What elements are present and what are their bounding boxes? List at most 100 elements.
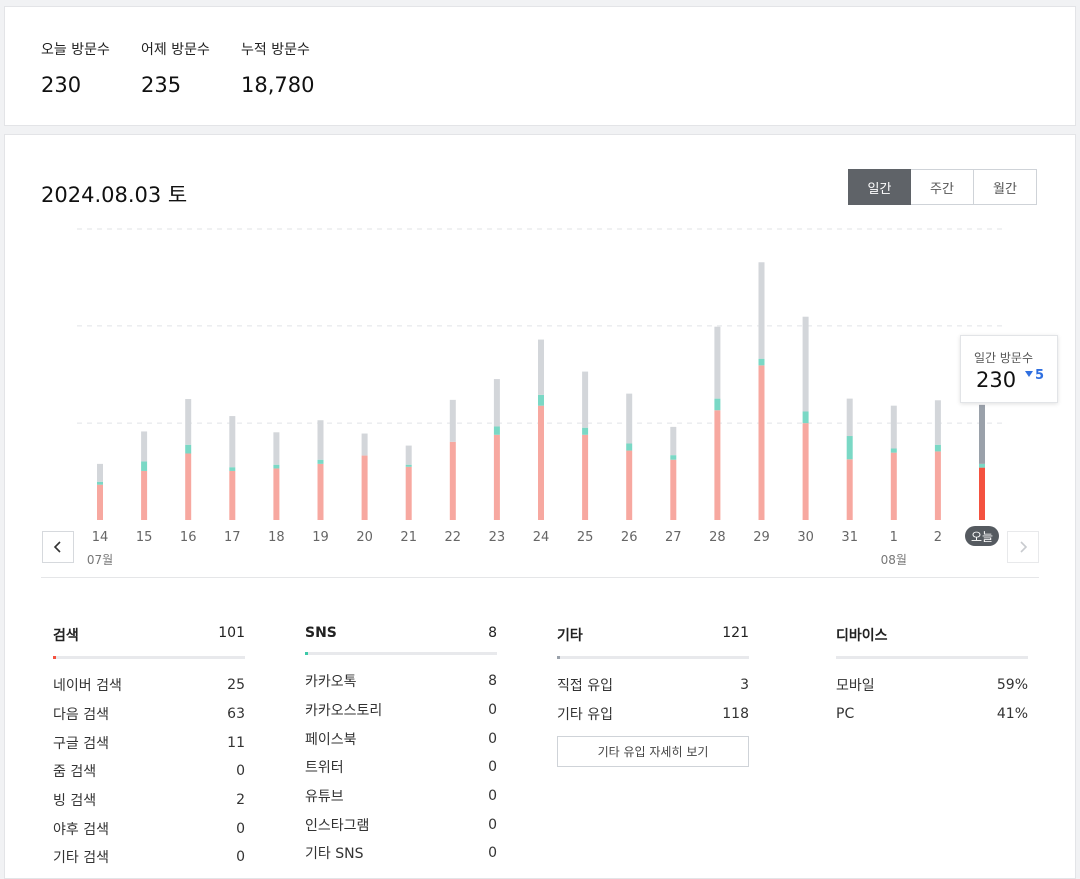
- tooltip-delta: 5: [1035, 368, 1045, 383]
- bar-17-seg2: [229, 416, 236, 468]
- row-value: 63: [227, 706, 245, 723]
- list-item: 카카오톡 8: [305, 667, 497, 696]
- tick-label-1: 1: [890, 530, 898, 545]
- bar-16-seg0: [185, 453, 192, 520]
- row-label: 야후 검색: [53, 821, 109, 838]
- tick-label-28: 28: [709, 530, 726, 545]
- bar-31-seg0: [846, 459, 853, 520]
- sns-header: SNS 8: [305, 625, 497, 655]
- bar-25-seg1: [582, 427, 589, 435]
- sns-total: 8: [488, 625, 497, 641]
- sns-accent: [305, 652, 308, 655]
- stat-today-label: 오늘 방문수: [41, 42, 110, 58]
- list-item: 직접 유입 3: [557, 671, 749, 700]
- next-button[interactable]: [1007, 531, 1039, 563]
- search-accent: [53, 656, 56, 659]
- row-value: 0: [488, 788, 497, 805]
- bar-28-seg1: [714, 398, 721, 411]
- tick-label-16: 16: [180, 530, 197, 545]
- row-label: 트위터: [305, 760, 344, 777]
- list-item: 인스타그램 0: [305, 810, 497, 839]
- search-total: 101: [218, 625, 245, 641]
- sns-breakdown: SNS 8 카카오톡 8 카카오스토리 0 페이스북 0 트위터 0 유튜브 0 인스타그…: [305, 625, 497, 868]
- bar-16-seg2: [185, 399, 192, 445]
- bar-2-seg1: [934, 444, 941, 452]
- chevron-left-icon: [53, 541, 61, 553]
- bar-17-seg0: [229, 470, 236, 520]
- divider: [41, 577, 1039, 578]
- bar-오늘-seg0: [979, 467, 985, 520]
- bar-1-seg1: [890, 448, 897, 453]
- bar-1-seg0: [890, 452, 897, 520]
- stat-today: 오늘 방문수 230: [41, 39, 110, 97]
- tick-label-21: 21: [400, 530, 417, 545]
- other-breakdown: 기타 121 직접 유입 3 기타 유입 118 기타 유입 자세히 보기: [557, 625, 749, 768]
- tick-label-15: 15: [136, 530, 153, 545]
- bar-19-seg1: [317, 459, 324, 464]
- chart-tooltip: 일간 방문수 230 5: [960, 335, 1058, 403]
- stat-yesterday: 어제 방문수 235: [141, 39, 210, 97]
- list-item: 기타 유입 118: [557, 700, 749, 729]
- bar-1-seg2: [890, 405, 897, 449]
- device-title: 디바이스: [836, 628, 888, 644]
- list-item: 페이스북 0: [305, 724, 497, 753]
- device-breakdown: 디바이스 모바일 59% PC 41%: [836, 625, 1028, 728]
- other-total: 121: [722, 625, 749, 641]
- bar-26-seg1: [626, 443, 633, 451]
- bar-24-seg2: [538, 339, 544, 395]
- bar-23-seg2: [493, 379, 500, 427]
- daily-visits-chart: 14 15 16 17 18 19 20 21 22 23 24 25 26 27 28 29 30 31 1 2 오늘…: [77, 228, 1005, 567]
- row-value: 0: [488, 730, 497, 747]
- list-item: 줌 검색 0: [53, 757, 245, 786]
- bar-21-seg1: [405, 464, 412, 467]
- tick-label-27: 27: [665, 530, 682, 545]
- row-value: 11: [227, 734, 245, 751]
- row-label: 카카오톡: [305, 674, 357, 691]
- list-item: 네이버 검색 25: [53, 671, 245, 700]
- row-label: 인스타그램: [305, 817, 370, 834]
- bar-31-seg2: [846, 398, 853, 437]
- row-label: 직접 유입: [557, 678, 613, 695]
- sns-title: SNS: [305, 625, 337, 641]
- bar-14-seg2: [97, 463, 103, 482]
- bar-27-seg0: [670, 459, 677, 520]
- other-accent: [557, 656, 560, 659]
- row-value: 0: [488, 845, 497, 862]
- list-item: 유튜브 0: [305, 782, 497, 811]
- bar-20-seg0: [361, 455, 368, 520]
- bar-28-seg2: [714, 326, 721, 399]
- search-title: 검색: [53, 628, 79, 644]
- row-label: 모바일: [836, 678, 875, 695]
- bar-2-seg0: [934, 451, 941, 520]
- tick-label-31: 31: [841, 530, 858, 545]
- bar-19-seg2: [317, 420, 324, 460]
- row-label: 기타 검색: [53, 850, 109, 867]
- tick-label-22: 22: [445, 530, 462, 545]
- bar-24-seg1: [538, 394, 544, 406]
- search-header: 검색 101: [53, 625, 245, 659]
- bar-14-seg1: [97, 481, 103, 485]
- tick-label-29: 29: [753, 530, 770, 545]
- month-label: 08월: [881, 553, 907, 567]
- row-value: 8: [488, 673, 497, 690]
- list-item: 카카오스토리 0: [305, 696, 497, 725]
- stat-total-label: 누적 방문수: [241, 42, 310, 58]
- list-item: 모바일 59%: [836, 671, 1028, 700]
- row-value: 41%: [996, 706, 1028, 723]
- bar-17-seg1: [229, 467, 236, 471]
- tick-label-19: 19: [312, 530, 329, 545]
- prev-button[interactable]: [42, 531, 74, 563]
- other-detail-button[interactable]: 기타 유입 자세히 보기: [557, 736, 749, 768]
- list-item: 트위터 0: [305, 753, 497, 782]
- tooltip-label: 일간 방문수: [974, 351, 1034, 365]
- row-value: 0: [488, 702, 497, 719]
- bar-30-seg2: [802, 316, 809, 412]
- bar-20-seg2: [361, 433, 368, 456]
- row-value: 0: [236, 820, 245, 837]
- row-label: 다음 검색: [53, 707, 109, 724]
- row-label: 페이스북: [305, 731, 357, 748]
- bar-31-seg1: [846, 436, 853, 460]
- row-value: 2: [236, 792, 245, 809]
- bar-23-seg1: [493, 426, 500, 435]
- tick-label-18: 18: [268, 530, 285, 545]
